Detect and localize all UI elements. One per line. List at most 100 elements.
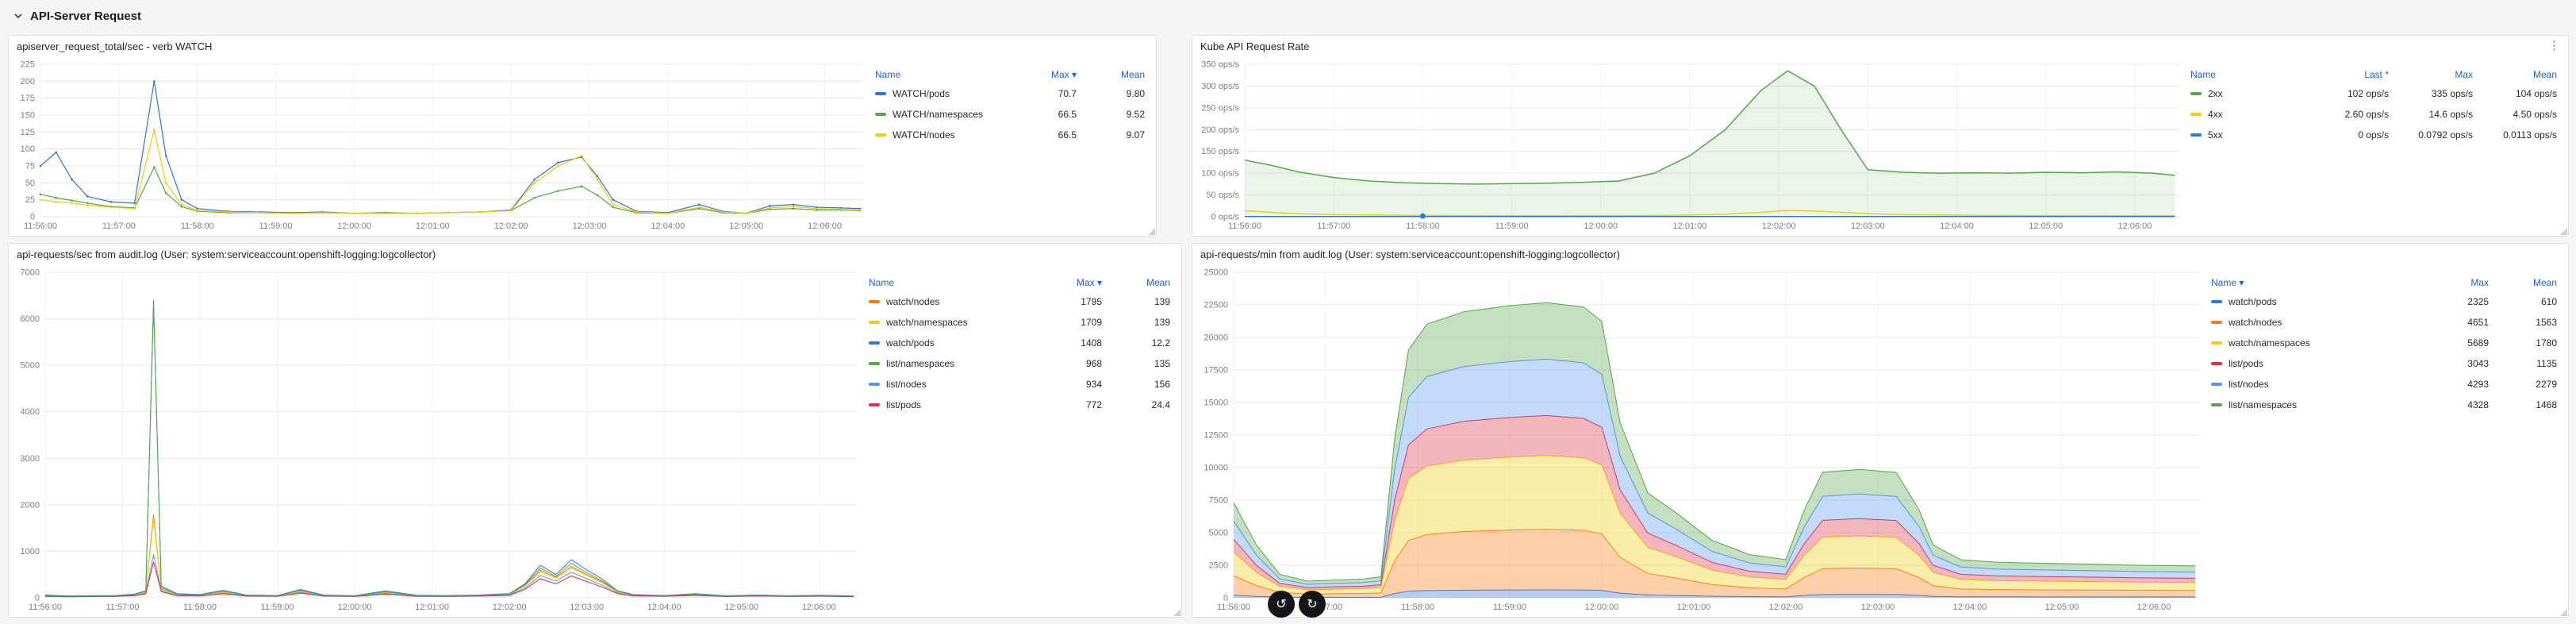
legend-value: 70.7 [1058, 88, 1077, 99]
svg-text:12:02:00: 12:02:00 [493, 603, 527, 612]
legend-value: 4293 [2467, 379, 2489, 390]
legend-value: 968 [1085, 358, 1102, 369]
series-color-icon [2211, 321, 2222, 324]
legend-row: 2xx 102 ops/s 335 ops/s 104 ops/s [2190, 83, 2557, 104]
series-color-icon [2211, 341, 2222, 345]
panel-header: api-requests/min from audit.log (User: s… [1192, 244, 2568, 264]
legend-row: 5xx 0 ops/s 0.0792 ops/s 0.0113 ops/s [2190, 125, 2557, 145]
legend-col[interactable]: Max [2421, 277, 2489, 288]
series-name[interactable]: 4xx [2208, 109, 2223, 120]
legend-value: 772 [1085, 399, 1102, 410]
series-name[interactable]: WATCH/nodes [893, 129, 955, 141]
series-name[interactable]: watch/nodes [2229, 317, 2282, 328]
legend-col[interactable]: Max ▾ [1034, 277, 1102, 288]
series-name[interactable]: list/namespaces [2229, 399, 2297, 410]
panel-resize-handle[interactable] [1173, 609, 1181, 616]
svg-text:2000: 2000 [21, 500, 40, 510]
time-series-plot[interactable]: 0 2500 5000 7500 10000 12500 15000 17500 20000 22… [1196, 264, 2208, 614]
panel-title[interactable]: api-requests/min from audit.log (User: s… [1200, 248, 1620, 260]
series-name[interactable]: WATCH/namespaces [893, 109, 983, 120]
svg-text:300 ops/s: 300 ops/s [1201, 82, 1239, 91]
series-color-icon [875, 92, 886, 95]
legend-value: 934 [1085, 379, 1102, 390]
series-name[interactable]: watch/namespaces [2229, 337, 2310, 349]
panel-title[interactable]: api-requests/sec from audit.log (User: s… [17, 248, 436, 260]
panel-api-requests-per-sec: api-requests/sec from audit.log (User: s… [8, 243, 1182, 618]
row-header-api-server-request[interactable]: API-Server Request [13, 6, 141, 25]
legend-value: 102 ops/s [2347, 88, 2389, 99]
series-name[interactable]: 5xx [2208, 129, 2223, 141]
svg-text:0: 0 [30, 213, 35, 222]
svg-text:22500: 22500 [1204, 301, 1228, 310]
legend-value: 2279 [2536, 379, 2557, 390]
svg-text:25: 25 [25, 195, 35, 205]
svg-text:100: 100 [21, 144, 35, 154]
svg-text:12:00:00: 12:00:00 [1584, 221, 1618, 231]
legend-value: 1709 [1081, 317, 1102, 328]
panel-header: apiserver_request_total/sec - verb WATCH [9, 36, 1156, 56]
legend-col[interactable]: Mean [2473, 69, 2557, 80]
svg-text:200 ops/s: 200 ops/s [1201, 125, 1239, 135]
legend-col[interactable]: Mean [1077, 69, 1145, 80]
series-color-icon [869, 403, 880, 406]
legend-table: Name Max ▾ Mean WATCH/pods 70.7 9.80 WATCH/nam… [872, 56, 1151, 233]
svg-text:11:58:00: 11:58:00 [183, 603, 217, 612]
panel-title[interactable]: apiserver_request_total/sec - verb WATCH [17, 40, 212, 52]
legend-value: 5689 [2467, 337, 2489, 349]
time-series-plot[interactable]: 0 1000 2000 3000 4000 5000 6000 7000 11:56:00 11:… [12, 264, 866, 614]
series-name[interactable]: list/pods [886, 399, 921, 410]
series-color-icon [2211, 383, 2222, 386]
legend-col-name[interactable]: Name [869, 277, 1034, 288]
panel-menu-icon[interactable]: ⋮ [2545, 38, 2563, 52]
series-name[interactable]: list/pods [2229, 358, 2263, 369]
legend-col-name[interactable]: Name [2190, 69, 2305, 80]
svg-text:225: 225 [21, 60, 35, 70]
legend-row: list/nodes 934 156 [869, 374, 1170, 395]
series-name[interactable]: WATCH/pods [893, 88, 950, 99]
legend-value: 66.5 [1058, 129, 1077, 141]
legend-value: 12.2 [1151, 337, 1170, 349]
svg-text:17500: 17500 [1204, 366, 1228, 376]
legend-row: watch/nodes 1795 139 [869, 291, 1170, 312]
chart-canvas[interactable]: 0 25 50 75 100 125 150 175 200 225 11:56:00 11:57:0… [12, 56, 872, 233]
svg-text:12:00:00: 12:00:00 [338, 603, 372, 612]
panel-header: api-requests/sec from audit.log (User: s… [9, 244, 1181, 264]
legend-col[interactable]: Max [2389, 69, 2473, 80]
series-name[interactable]: list/nodes [886, 379, 927, 390]
series-color-icon [875, 113, 886, 116]
legend-value: 2325 [2467, 296, 2489, 307]
legend-col[interactable]: Last * [2305, 69, 2389, 80]
zoom-history-forward-button[interactable]: ↻ [1299, 591, 1326, 618]
panel-resize-handle[interactable] [2560, 228, 2567, 235]
legend-value: 139 [1154, 317, 1170, 328]
series-color-icon [2190, 92, 2202, 95]
legend-col[interactable]: Max ▾ [1008, 69, 1077, 80]
series-name[interactable]: watch/nodes [886, 296, 939, 307]
series-name[interactable]: watch/namespaces [886, 317, 968, 328]
series-name[interactable]: list/namespaces [886, 358, 954, 369]
time-series-plot[interactable]: 0 25 50 75 100 125 150 175 200 225 11:56:00 11:57:0… [12, 56, 872, 233]
series-color-icon [2211, 362, 2222, 365]
panel-resize-handle[interactable] [1148, 228, 1155, 235]
panel-title[interactable]: Kube API Request Rate [1200, 40, 1309, 52]
series-name[interactable]: watch/pods [2229, 296, 2277, 307]
time-series-plot[interactable]: 0 ops/s 50 ops/s 100 ops/s 150 ops/s 200 ops… [1196, 56, 2187, 233]
chart-canvas[interactable]: 0 2500 5000 7500 10000 12500 15000 17500 20000 22… [1196, 264, 2208, 614]
svg-text:12:04:00: 12:04:00 [651, 221, 685, 231]
legend-col-name[interactable]: Name ▾ [2211, 277, 2421, 288]
panel-resize-handle[interactable] [2560, 609, 2567, 616]
series-name[interactable]: 2xx [2208, 88, 2223, 99]
series-name[interactable]: watch/pods [886, 337, 935, 349]
zoom-history-back-button[interactable]: ↺ [1268, 591, 1295, 618]
svg-text:12:05:00: 12:05:00 [729, 221, 763, 231]
panel-kube-api-request-rate: Kube API Request Rate ⋮ 0 ops/s 50 ops/s 1… [1192, 35, 2569, 237]
svg-text:20000: 20000 [1204, 333, 1228, 343]
legend-col-name[interactable]: Name [875, 69, 1008, 80]
svg-text:11:58:00: 11:58:00 [181, 221, 214, 231]
svg-text:11:57:00: 11:57:00 [102, 221, 136, 231]
legend-col[interactable]: Mean [1102, 277, 1170, 288]
chart-canvas[interactable]: 0 ops/s 50 ops/s 100 ops/s 150 ops/s 200 ops… [1196, 56, 2187, 233]
legend-col[interactable]: Mean [2489, 277, 2557, 288]
series-name[interactable]: list/nodes [2229, 379, 2269, 390]
chart-canvas[interactable]: 0 1000 2000 3000 4000 5000 6000 7000 11:56:00 11:… [12, 264, 866, 614]
